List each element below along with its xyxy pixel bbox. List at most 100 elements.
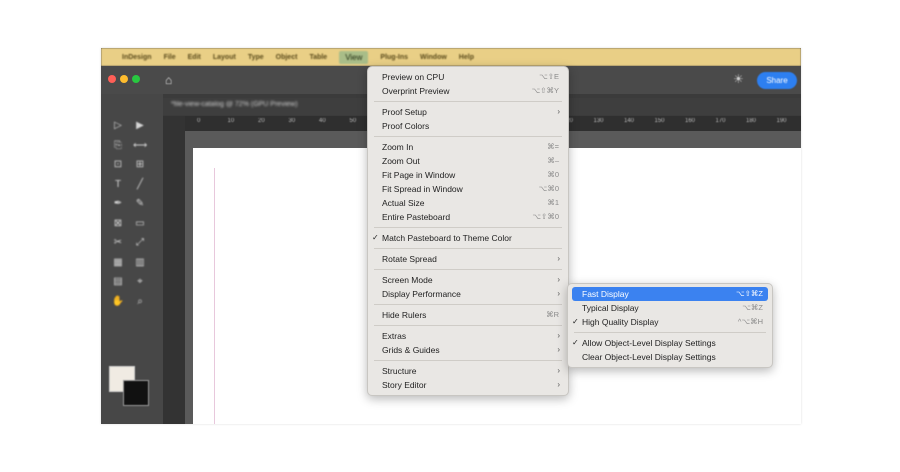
selection-icon[interactable]: ▷: [111, 120, 125, 132]
menubar-item-layout[interactable]: Layout: [213, 54, 236, 61]
menu-separator: [374, 136, 562, 137]
menubar-item-indesign[interactable]: InDesign: [122, 54, 152, 61]
keyboard-shortcut: ⌥⇧E: [539, 72, 559, 81]
menu-item-label: Rotate Spread: [382, 254, 437, 264]
menu-item-structure[interactable]: Structure ›: [368, 364, 568, 378]
note-icon[interactable]: ▤: [111, 276, 125, 288]
home-icon[interactable]: ⌂: [165, 74, 177, 86]
content-collector-icon[interactable]: ⊡: [111, 159, 125, 171]
menubar-item-help[interactable]: Help: [459, 54, 474, 61]
lightbulb-icon[interactable]: ☀: [733, 72, 744, 86]
display-performance-submenu: Fast Display ⌥⇧⌘Z Typical Display ⌥⌘Z ✓ High …: [567, 283, 773, 368]
type-icon[interactable]: T: [111, 179, 125, 191]
stroke-swatch[interactable]: [123, 380, 149, 406]
zoom-window-button[interactable]: [132, 75, 140, 83]
menu-item-screen-mode[interactable]: Screen Mode ›: [368, 273, 568, 287]
menubar-item-object[interactable]: Object: [276, 54, 298, 61]
menu-item-label: Proof Setup: [382, 107, 427, 117]
rectangle-icon[interactable]: ▭: [133, 218, 147, 230]
menu-item-label: Typical Display: [582, 303, 639, 313]
menu-item-zoom-in[interactable]: Zoom In ⌘=: [368, 140, 568, 154]
menu-item-clear-object-level-display-settings[interactable]: Clear Object-Level Display Settings: [568, 350, 772, 364]
menubar-item-type[interactable]: Type: [248, 54, 264, 61]
zoom-icon[interactable]: ⌕: [133, 296, 147, 308]
document-tab[interactable]: *file-view-catalog @ 72% (GPU Preview): [171, 101, 298, 108]
ruler-tick-label: 50: [349, 118, 357, 124]
chevron-right-icon: ›: [557, 275, 560, 284]
chevron-right-icon: ›: [557, 107, 560, 116]
line-icon[interactable]: ╱: [133, 179, 147, 191]
menu-item-label: Zoom Out: [382, 156, 420, 166]
free-transform-icon[interactable]: ⤢: [133, 237, 147, 249]
gap-tool-icon[interactable]: ⟷: [133, 140, 147, 152]
content-placer-icon[interactable]: ⊞: [133, 159, 147, 171]
ruler-tick-label: 40: [319, 118, 326, 124]
menu-item-label: Actual Size: [382, 198, 425, 208]
hand-icon[interactable]: ✋: [111, 296, 125, 308]
rectangle-frame-icon[interactable]: ⊠: [111, 218, 125, 230]
menu-item-story-editor[interactable]: Story Editor ›: [368, 378, 568, 392]
menubar-item-edit[interactable]: Edit: [188, 54, 201, 61]
chevron-right-icon: ›: [557, 331, 560, 340]
minimize-window-button[interactable]: [120, 75, 128, 83]
gradient-swatch-icon[interactable]: ▦: [111, 257, 125, 269]
chevron-right-icon: ›: [557, 380, 560, 389]
menu-item-label: Zoom In: [382, 142, 414, 152]
tools-panel: ▷ ▶ ⎘ ⟷ ⊡ ⊞ T ╱ ✒ ✎ ⊠ ▭ ✂ ⤢ ▦ ▥ ▤ ⌖ ✋ ⌕: [101, 94, 163, 424]
menu-item-typical-display[interactable]: Typical Display ⌥⌘Z: [568, 301, 772, 315]
close-window-button[interactable]: [108, 75, 116, 83]
keyboard-shortcut: ⌥⇧⌘0: [532, 212, 559, 221]
menu-item-label: Proof Colors: [382, 121, 430, 131]
keyboard-shortcut: ⌘–: [547, 156, 559, 165]
menu-item-grids-and-guides[interactable]: Grids & Guides ›: [368, 343, 568, 357]
menubar-item-table[interactable]: Table: [309, 54, 327, 61]
chevron-right-icon: ›: [557, 345, 560, 354]
menu-item-allow-object-level-display-settings[interactable]: ✓ Allow Object-Level Display Settings: [568, 336, 772, 350]
keyboard-shortcut: ⌥⇧⌘Z: [735, 289, 763, 298]
direct-selection-icon[interactable]: ▶: [133, 120, 147, 132]
menu-item-preview-on-cpu[interactable]: Preview on CPU ⌥⇧E: [368, 70, 568, 84]
menu-item-label: Structure: [382, 366, 417, 376]
menubar-item-window[interactable]: Window: [420, 54, 447, 61]
menu-item-zoom-out[interactable]: Zoom Out ⌘–: [368, 154, 568, 168]
menubar-item-plug-ins[interactable]: Plug-Ins: [380, 54, 408, 61]
keyboard-shortcut: ^⌥⌘H: [737, 317, 763, 326]
pencil-icon[interactable]: ✎: [133, 198, 147, 210]
menu-item-proof-colors[interactable]: Proof Colors: [368, 119, 568, 133]
menu-item-display-performance[interactable]: Display Performance ›: [368, 287, 568, 301]
scissors-icon[interactable]: ✂: [111, 237, 125, 249]
gradient-feather-icon[interactable]: ▥: [133, 257, 147, 269]
menu-item-actual-size[interactable]: Actual Size ⌘1: [368, 196, 568, 210]
menu-item-fit-spread-in-window[interactable]: Fit Spread in Window ⌥⌘0: [368, 182, 568, 196]
menu-item-proof-setup[interactable]: Proof Setup ›: [368, 105, 568, 119]
eyedropper-icon[interactable]: ⌖: [133, 276, 147, 288]
chevron-right-icon: ›: [557, 366, 560, 375]
menu-item-entire-pasteboard[interactable]: Entire Pasteboard ⌥⇧⌘0: [368, 210, 568, 224]
ruler-tick-label: 130: [593, 118, 604, 124]
keyboard-shortcut: ⌘0: [547, 170, 559, 179]
stage: InDesign File Edit Layout Type Object Table Vie…: [0, 0, 900, 472]
menu-separator: [374, 227, 562, 228]
menu-item-fit-page-in-window[interactable]: Fit Page in Window ⌘0: [368, 168, 568, 182]
share-button[interactable]: Share: [757, 72, 797, 89]
menu-item-hide-rulers[interactable]: Hide Rulers ⌘R: [368, 308, 568, 322]
menu-item-label: Allow Object-Level Display Settings: [582, 338, 716, 348]
menu-item-extras[interactable]: Extras ›: [368, 329, 568, 343]
pen-icon[interactable]: ✒: [111, 198, 125, 210]
menu-item-overprint-preview[interactable]: Overprint Preview ⌥⇧⌘Y: [368, 84, 568, 98]
menubar-item-view[interactable]: View: [339, 50, 369, 64]
menu-item-label: Fit Page in Window: [382, 170, 456, 180]
page-tool-icon[interactable]: ⎘: [111, 140, 125, 152]
menu-item-rotate-spread[interactable]: Rotate Spread ›: [368, 252, 568, 266]
menu-item-high-quality-display[interactable]: ✓ High Quality Display ^⌥⌘H: [568, 315, 772, 329]
menu-item-fast-display[interactable]: Fast Display ⌥⇧⌘Z: [572, 287, 768, 301]
menu-separator: [374, 269, 562, 270]
menu-item-label: Story Editor: [382, 380, 427, 390]
menu-item-match-pasteboard-to-theme-color[interactable]: ✓ Match Pasteboard to Theme Color: [368, 231, 568, 245]
view-menu: Preview on CPU ⌥⇧E Overprint Preview ⌥⇧⌘Y Pr…: [367, 66, 569, 396]
keyboard-shortcut: ⌥⌘Z: [742, 303, 763, 312]
menubar-item-file[interactable]: File: [164, 54, 176, 61]
chevron-right-icon: ›: [557, 254, 560, 263]
menu-separator: [374, 360, 562, 361]
ruler-tick-label: 160: [685, 118, 696, 124]
